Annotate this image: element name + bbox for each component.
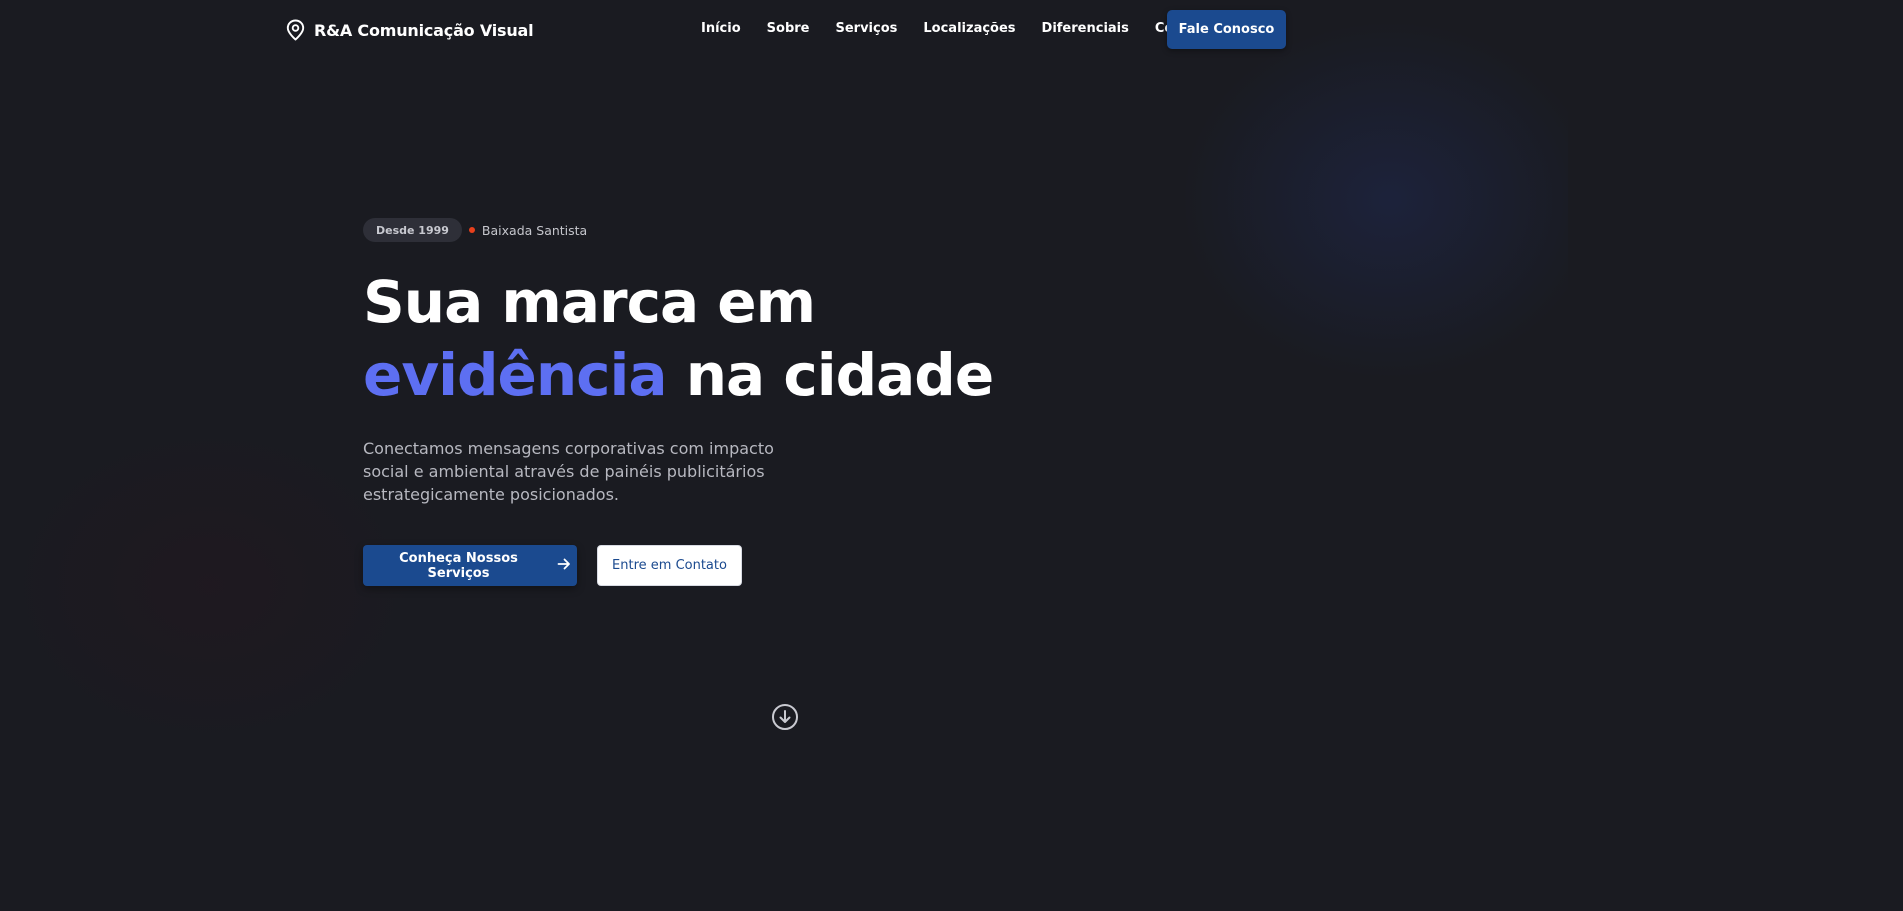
- nav-link-diferenciais[interactable]: Diferenciais: [1042, 21, 1129, 36]
- since-badge: Desde 1999: [363, 218, 462, 242]
- headline-line-1: Sua marca em: [363, 268, 816, 336]
- brand-logo[interactable]: R&A Comunicação Visual: [286, 19, 534, 41]
- location-dot-icon: [468, 227, 475, 233]
- brand-name: R&A Comunicação Visual: [314, 20, 534, 40]
- nav-link-sobre[interactable]: Sobre: [767, 21, 810, 36]
- nav-link-servicos[interactable]: Serviços: [835, 21, 897, 36]
- nav-links: Início Sobre Serviços Localizações Difer…: [701, 21, 1239, 36]
- services-button-label: Conheça Nossos Serviços: [399, 550, 518, 581]
- arrow-right-icon: [557, 557, 571, 575]
- location-label: Baixada Santista: [481, 222, 588, 238]
- arrow-down-circle-icon[interactable]: [771, 703, 799, 731]
- top-navigation: R&A Comunicação Visual Início Sobre Serv…: [0, 0, 1568, 60]
- hero-badge-row: Desde 1999 Baixada Santista: [363, 218, 587, 242]
- services-button[interactable]: Conheça Nossos Serviços: [363, 545, 577, 586]
- headline-accent: evidência: [363, 341, 668, 409]
- nav-link-inicio[interactable]: Início: [701, 21, 741, 36]
- hero-headline: Sua marca em evidência na cidade: [363, 266, 994, 412]
- headline-rest: na cidade: [666, 341, 994, 409]
- hero-subtitle: Conectamos mensagens corporativas com im…: [363, 439, 774, 504]
- landing-page: R&A Comunicação Visual Início Sobre Serv…: [0, 0, 1568, 751]
- background-glow: [0, 420, 420, 751]
- contact-button[interactable]: Entre em Contato: [597, 545, 742, 586]
- nav-link-localizacoes[interactable]: Localizações: [923, 21, 1015, 36]
- map-pin-icon: [286, 19, 305, 41]
- fale-conosco-button[interactable]: Fale Conosco: [1167, 10, 1286, 49]
- background-glow: [1180, 20, 1568, 380]
